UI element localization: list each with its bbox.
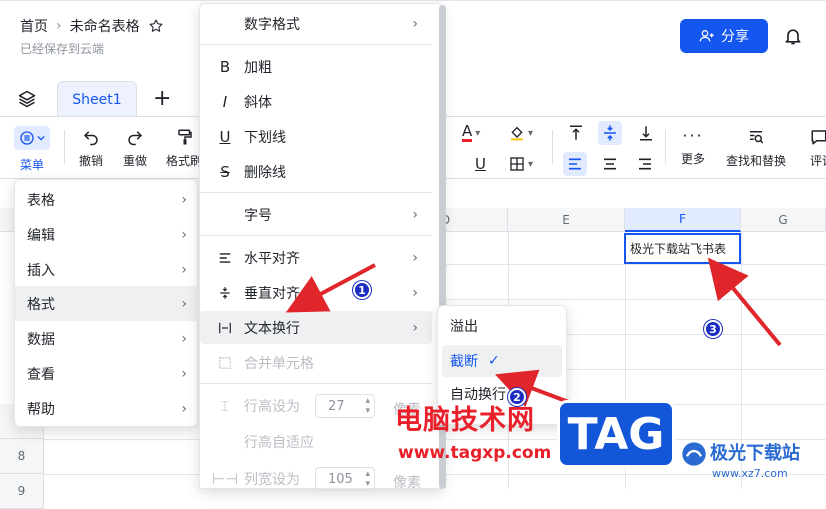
watermark-brand: 极光下载站 xyxy=(710,443,800,464)
brand-logo-icon xyxy=(680,440,708,468)
step-badge-3: 3 xyxy=(704,320,722,338)
arrow-to-cell xyxy=(707,257,782,347)
watermark-site-url: www.tagxp.com xyxy=(398,443,552,463)
watermark-site-cn: 电脑技术网 xyxy=(395,405,535,436)
tag-logo: TAG xyxy=(557,400,675,468)
step-badge-1: 1 xyxy=(353,281,371,299)
watermark-brand-url: www.xz7.com xyxy=(712,467,788,480)
